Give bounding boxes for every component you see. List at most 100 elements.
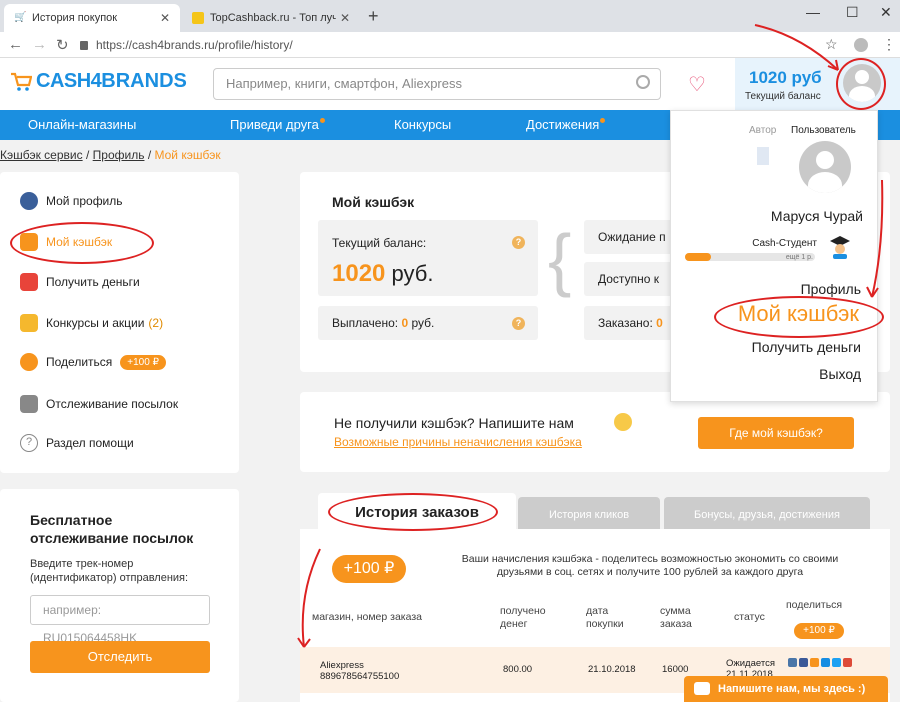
dropdown-link-logout[interactable]: Выход: [819, 366, 861, 382]
twitter-share-icon[interactable]: [832, 658, 841, 667]
close-tab-icon[interactable]: ✕: [160, 11, 170, 25]
breadcrumb-link[interactable]: Профиль: [93, 148, 145, 162]
tracking-title: Бесплатное отслеживание посылок: [30, 511, 193, 547]
mail-share-icon[interactable]: [821, 658, 830, 667]
missing-cashback-title: Не получили кэшбэк? Напишите нам: [334, 415, 574, 431]
pending-card: Ожидание п: [584, 220, 684, 254]
sidebar-item-label: Поделиться: [46, 355, 113, 369]
header-date: дата покупки: [586, 605, 624, 631]
nav-achievements[interactable]: Достижения: [526, 110, 606, 140]
nav-label: Онлайн-магазины: [28, 117, 137, 132]
sidebar-item-share[interactable]: Поделиться +100 ₽: [20, 353, 166, 371]
google-plus-share-icon[interactable]: [843, 658, 852, 667]
dropdown-link-get-money[interactable]: Получить деньги: [752, 339, 861, 355]
student-avatar-icon: [830, 236, 850, 259]
tab-title: История покупок: [32, 12, 118, 24]
sidebar-item-label: Мой профиль: [46, 194, 123, 208]
reload-icon[interactable]: ↻: [56, 36, 69, 54]
back-icon[interactable]: ←: [8, 36, 23, 53]
sidebar: Мой профиль Мой кэшбэк Получить деньги К…: [0, 172, 239, 473]
vk-share-icon[interactable]: [788, 658, 797, 667]
sidebar-item-label: Отслеживание посылок: [46, 397, 179, 411]
header-status: статус: [734, 611, 765, 623]
maximize-icon[interactable]: ☐: [846, 4, 859, 21]
track-button[interactable]: Отследить: [30, 641, 210, 673]
user-name: Маруся Чурай: [770, 208, 863, 224]
forward-icon[interactable]: →: [32, 36, 47, 53]
balance-value: 1020 руб: [749, 68, 822, 87]
bookmark-star-icon[interactable]: ☆: [825, 36, 838, 53]
user-avatar[interactable]: [843, 64, 881, 102]
header-date-line: покупки: [586, 618, 624, 630]
dropdown-tab-author[interactable]: Автор: [749, 125, 776, 136]
share-bonus-pill-small[interactable]: +100 ₽: [794, 623, 844, 639]
facebook-share-icon[interactable]: [799, 658, 808, 667]
new-tab-button[interactable]: +: [368, 6, 379, 27]
logo[interactable]: CASH4 BRANDS: [10, 70, 187, 93]
missing-reasons-link[interactable]: Возможные причины неначисления кэшбэка: [334, 435, 582, 449]
balance-unit: руб.: [391, 261, 434, 286]
tracking-title-line: отслеживание посылок: [30, 530, 194, 546]
ordered-value: 0: [656, 316, 663, 330]
tab-click-history[interactable]: История кликов: [518, 497, 660, 529]
close-tab-icon[interactable]: ✕: [340, 11, 350, 25]
current-balance-value: 1020 руб.: [332, 260, 433, 288]
tab-bonuses[interactable]: Бонусы, друзья, достижения: [664, 497, 870, 529]
cashback-title: Мой кэшбэк: [332, 194, 415, 210]
breadcrumb-separator: /: [147, 148, 152, 162]
tracking-number-input[interactable]: например: RU015064458HK: [30, 595, 210, 645]
available-label: Доступно к: [598, 272, 659, 286]
where-is-cashback-button[interactable]: Где мой кэшбэк?: [698, 417, 854, 449]
status-line: Ожидается: [726, 658, 775, 669]
sidebar-item-label: Раздел помощи: [46, 436, 134, 450]
close-window-icon[interactable]: ✕: [880, 4, 892, 21]
sidebar-item-help[interactable]: ? Раздел помощи: [20, 434, 134, 452]
nav-online-stores[interactable]: Онлайн-магазины: [28, 110, 136, 140]
sidebar-item-label: Получить деньги: [46, 275, 140, 289]
browser-tab-active[interactable]: 🛒 История покупок ✕: [4, 4, 180, 32]
share-bonus-pill[interactable]: +100 ₽: [332, 555, 406, 583]
minimize-icon[interactable]: —: [806, 4, 820, 20]
url-field[interactable]: https://cash4brands.ru/profile/history/: [80, 35, 820, 55]
current-balance-label: Текущий баланс:: [332, 236, 427, 250]
breadcrumb-link[interactable]: Кэшбэк сервис: [0, 148, 83, 162]
ordered-text: Заказано: 0: [598, 316, 663, 330]
party-popper-icon: [20, 314, 38, 332]
nav-contests[interactable]: Конкурсы: [394, 110, 451, 140]
balance-amount: 1020: [332, 260, 386, 287]
sidebar-item-contests[interactable]: Конкурсы и акции (2): [20, 314, 163, 332]
sidebar-item-profile[interactable]: Мой профиль: [20, 192, 123, 210]
missing-cashback-panel: Не получили кэшбэк? Напишите нам Возможн…: [300, 392, 890, 472]
user-avatar-large: [799, 141, 851, 193]
favorites-heart-icon[interactable]: ♡: [688, 72, 706, 97]
dropdown-link-profile[interactable]: Профиль: [801, 281, 861, 297]
tab-title: TopCashback.ru - Топ лучших к: [210, 12, 336, 24]
current-balance-card: Текущий баланс: ? 1020 руб.: [318, 220, 538, 296]
chat-widget-button[interactable]: Напишите нам, мы здесь :): [684, 676, 888, 702]
sidebar-item-tracking[interactable]: Отслеживание посылок: [20, 395, 178, 413]
tab-order-history[interactable]: История заказов: [318, 493, 516, 529]
dropdown-link-my-cashback[interactable]: Мой кэшбэк: [738, 301, 859, 327]
header-sum: сумма заказа: [660, 605, 692, 631]
header-store: магазин, номер заказа: [312, 611, 422, 623]
nav-invite-friend[interactable]: Приведи друга: [230, 110, 325, 140]
nav-label: Приведи друга: [230, 117, 319, 132]
paid-value: 0: [401, 316, 409, 330]
truck-icon: [20, 395, 38, 413]
balance-box[interactable]: 1020 руб Текущий баланс: [735, 58, 900, 110]
search-input[interactable]: Например, книги, смартфон, Aliexpress: [213, 68, 661, 100]
sidebar-item-my-cashback[interactable]: Мой кэшбэк: [20, 233, 112, 251]
available-card: Доступно к: [584, 262, 684, 296]
search-icon[interactable]: [636, 75, 650, 89]
info-icon[interactable]: ?: [512, 236, 525, 249]
info-icon[interactable]: ?: [512, 317, 525, 330]
lock-icon: [80, 41, 88, 50]
browser-profile-icon[interactable]: [854, 38, 868, 52]
header-date-line: дата: [586, 605, 609, 617]
odnoklassniki-share-icon[interactable]: [810, 658, 819, 667]
sidebar-item-get-money[interactable]: Получить деньги: [20, 273, 140, 291]
browser-tab[interactable]: TopCashback.ru - Топ лучших к ✕: [182, 4, 360, 32]
dropdown-tab-user[interactable]: Пользователь: [791, 125, 856, 136]
sidebar-item-label: Мой кэшбэк: [46, 235, 113, 249]
menu-kebab-icon[interactable]: ⋮: [882, 36, 896, 53]
